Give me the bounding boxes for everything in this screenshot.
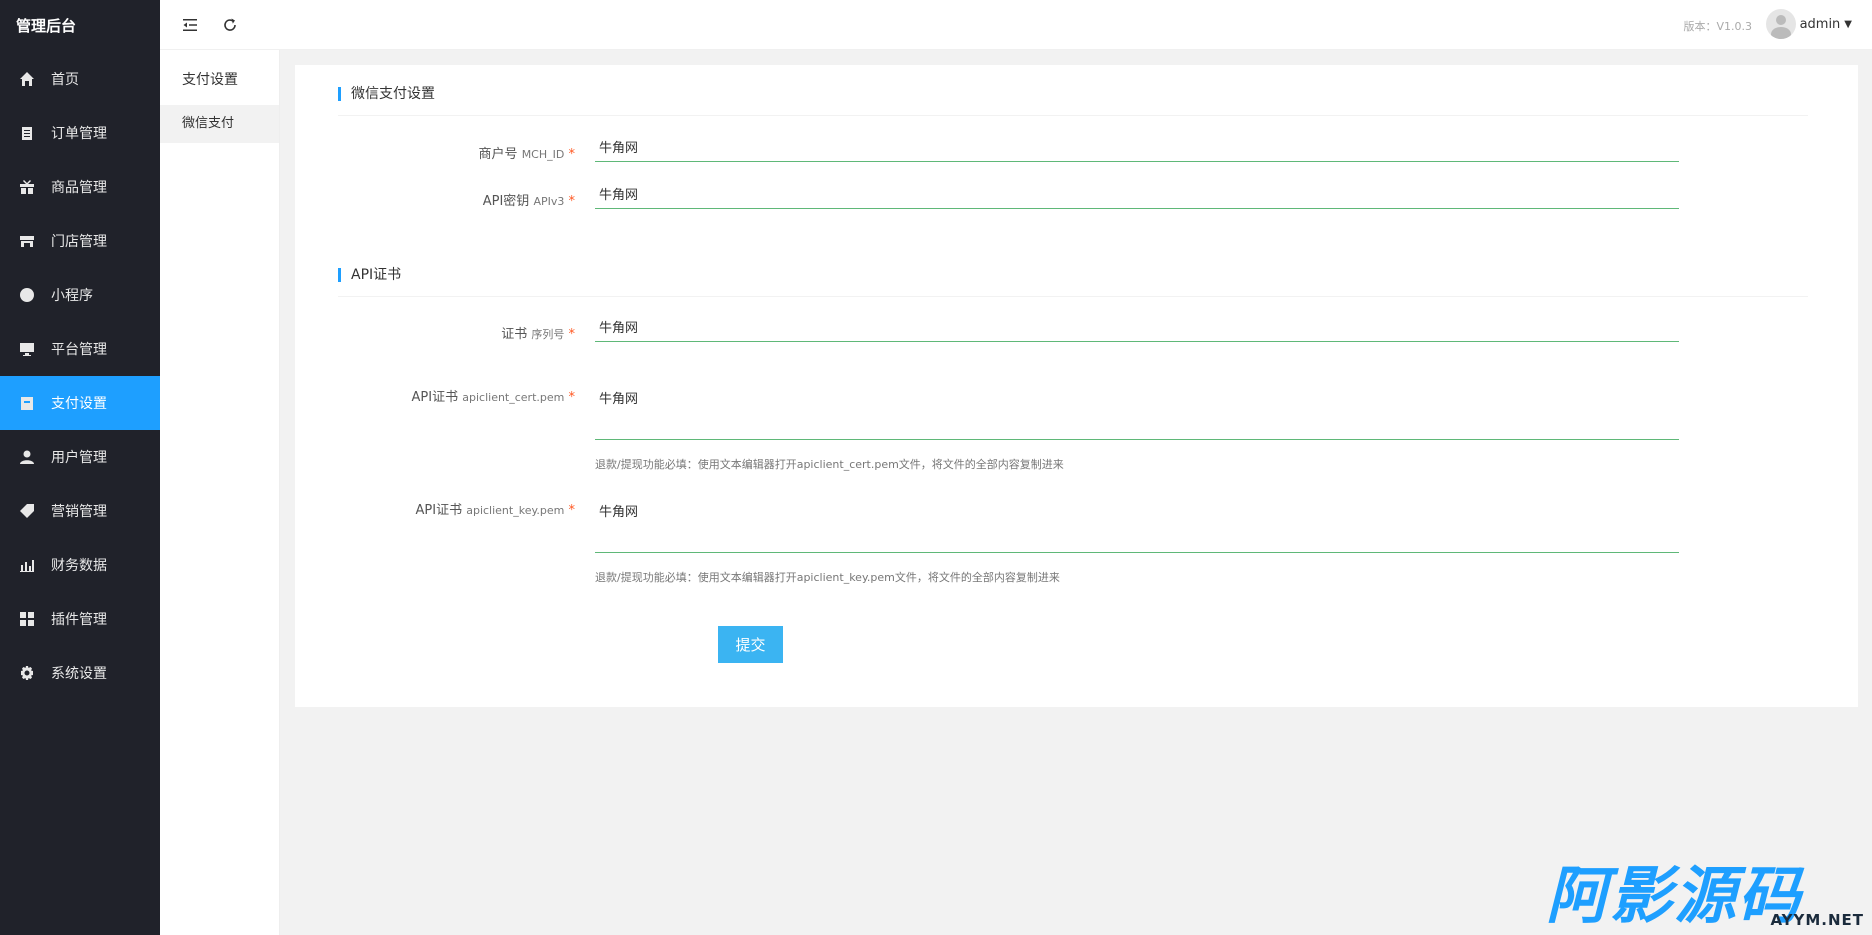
sidebar-item-label: 商品管理 <box>51 180 107 196</box>
sidebar-item-users[interactable]: 用户管理 <box>0 430 160 484</box>
sidebar-item-finance[interactable]: 财务数据 <box>0 538 160 592</box>
bar-chart-icon <box>18 556 36 574</box>
caret-down-icon: ▼ <box>1844 18 1852 30</box>
username: admin <box>1799 16 1841 32</box>
apiv3-label: API密钥 APIv3 * <box>482 194 575 209</box>
watermark-logo: 阿影源码 AYYM.NET <box>1546 845 1866 932</box>
refresh-icon[interactable] <box>220 15 240 35</box>
sidebar-item-label: 用户管理 <box>51 450 107 466</box>
sidebar-item-label: 小程序 <box>51 288 93 304</box>
section-divider <box>338 296 1808 297</box>
key-pem-label: API证书 apiclient_key.pem * <box>415 503 576 518</box>
sidebar-item-home[interactable]: 首页 <box>0 52 160 106</box>
sidebar-item-label: 订单管理 <box>51 126 107 142</box>
clipboard-icon <box>18 124 36 142</box>
sidebar-item-label: 营销管理 <box>51 504 107 520</box>
sidebar: 管理后台 首页 订单管理 商品管理 门店管理 小程序 平台管理 支付设置 用户管… <box>0 0 160 935</box>
avatar <box>1765 9 1796 39</box>
sidebar-item-orders[interactable]: 订单管理 <box>0 106 160 160</box>
sidebar-item-products[interactable]: 商品管理 <box>0 160 160 214</box>
mch-id-label: 商户号 MCH_ID * <box>478 147 575 162</box>
sidebar-item-label: 平台管理 <box>51 342 107 358</box>
serial-label: 证书 序列号 * <box>501 327 575 342</box>
sidebar-item-settings[interactable]: 系统设置 <box>0 646 160 700</box>
sidebar-item-label: 首页 <box>51 72 79 88</box>
top-bar: 版本：V1.0.3 admin ▼ <box>160 0 1872 50</box>
section-title-api-cert: API证书 <box>338 268 401 282</box>
home-icon <box>18 70 36 88</box>
gear-icon <box>18 664 36 682</box>
tag-icon <box>18 502 36 520</box>
section-title-wechat-pay: 微信支付设置 <box>338 87 435 101</box>
sidebar-item-stores[interactable]: 门店管理 <box>0 214 160 268</box>
section-divider <box>338 115 1808 116</box>
key-pem-help: 退款/提现功能必填：使用文本编辑器打开apiclient_key.pem文件，将… <box>595 571 1060 584</box>
user-icon <box>18 448 36 466</box>
apiv3-key-input[interactable] <box>595 179 1679 209</box>
sidebar-item-marketing[interactable]: 营销管理 <box>0 484 160 538</box>
secondary-nav: 支付设置 微信支付 <box>160 0 280 935</box>
sidebar-item-plugins[interactable]: 插件管理 <box>0 592 160 646</box>
sidebar-item-label: 财务数据 <box>51 558 107 574</box>
sidebar-item-payment[interactable]: 支付设置 <box>0 376 160 430</box>
user-menu[interactable]: admin ▼ <box>1765 8 1852 40</box>
mch-id-input[interactable] <box>595 132 1679 162</box>
cert-pem-textarea[interactable]: 牛角网 <box>595 382 1679 440</box>
version-label: 版本：V1.0.3 <box>1683 20 1752 33</box>
sidebar-menu: 首页 订单管理 商品管理 门店管理 小程序 平台管理 支付设置 用户管理 营销管… <box>0 52 160 700</box>
cert-pem-label: API证书 apiclient_cert.pem * <box>411 390 575 405</box>
sidebar-item-mini-program[interactable]: 小程序 <box>0 268 160 322</box>
menu-collapse-icon[interactable] <box>180 15 200 35</box>
settings-card: 微信支付设置 商户号 MCH_ID * API密钥 APIv3 * API证书 … <box>295 65 1858 707</box>
watermark-sub: AYYM.NET <box>1770 911 1864 929</box>
cert-pem-help: 退款/提现功能必填：使用文本编辑器打开apiclient_cert.pem文件，… <box>595 458 1064 471</box>
sidebar-item-label: 门店管理 <box>51 234 107 250</box>
mini-program-icon <box>18 286 36 304</box>
monitor-icon <box>18 340 36 358</box>
cert-serial-input[interactable] <box>595 312 1679 342</box>
sidebar-item-platform[interactable]: 平台管理 <box>0 322 160 376</box>
store-icon <box>18 232 36 250</box>
sidebar-item-label: 支付设置 <box>51 396 107 412</box>
watermark-text: 阿影源码 <box>1546 859 1803 932</box>
plugin-icon <box>18 610 36 628</box>
brand-title: 管理后台 <box>16 17 77 35</box>
sidebar-item-label: 插件管理 <box>51 612 107 628</box>
key-pem-textarea[interactable]: 牛角网 <box>595 495 1679 553</box>
secondary-nav-title: 支付设置 <box>182 72 238 88</box>
secondary-nav-item-wechat-pay[interactable]: 微信支付 <box>160 105 279 143</box>
gift-icon <box>18 178 36 196</box>
sidebar-item-label: 系统设置 <box>51 666 107 682</box>
wallet-icon <box>18 394 36 412</box>
submit-button[interactable]: 提交 <box>718 626 783 663</box>
